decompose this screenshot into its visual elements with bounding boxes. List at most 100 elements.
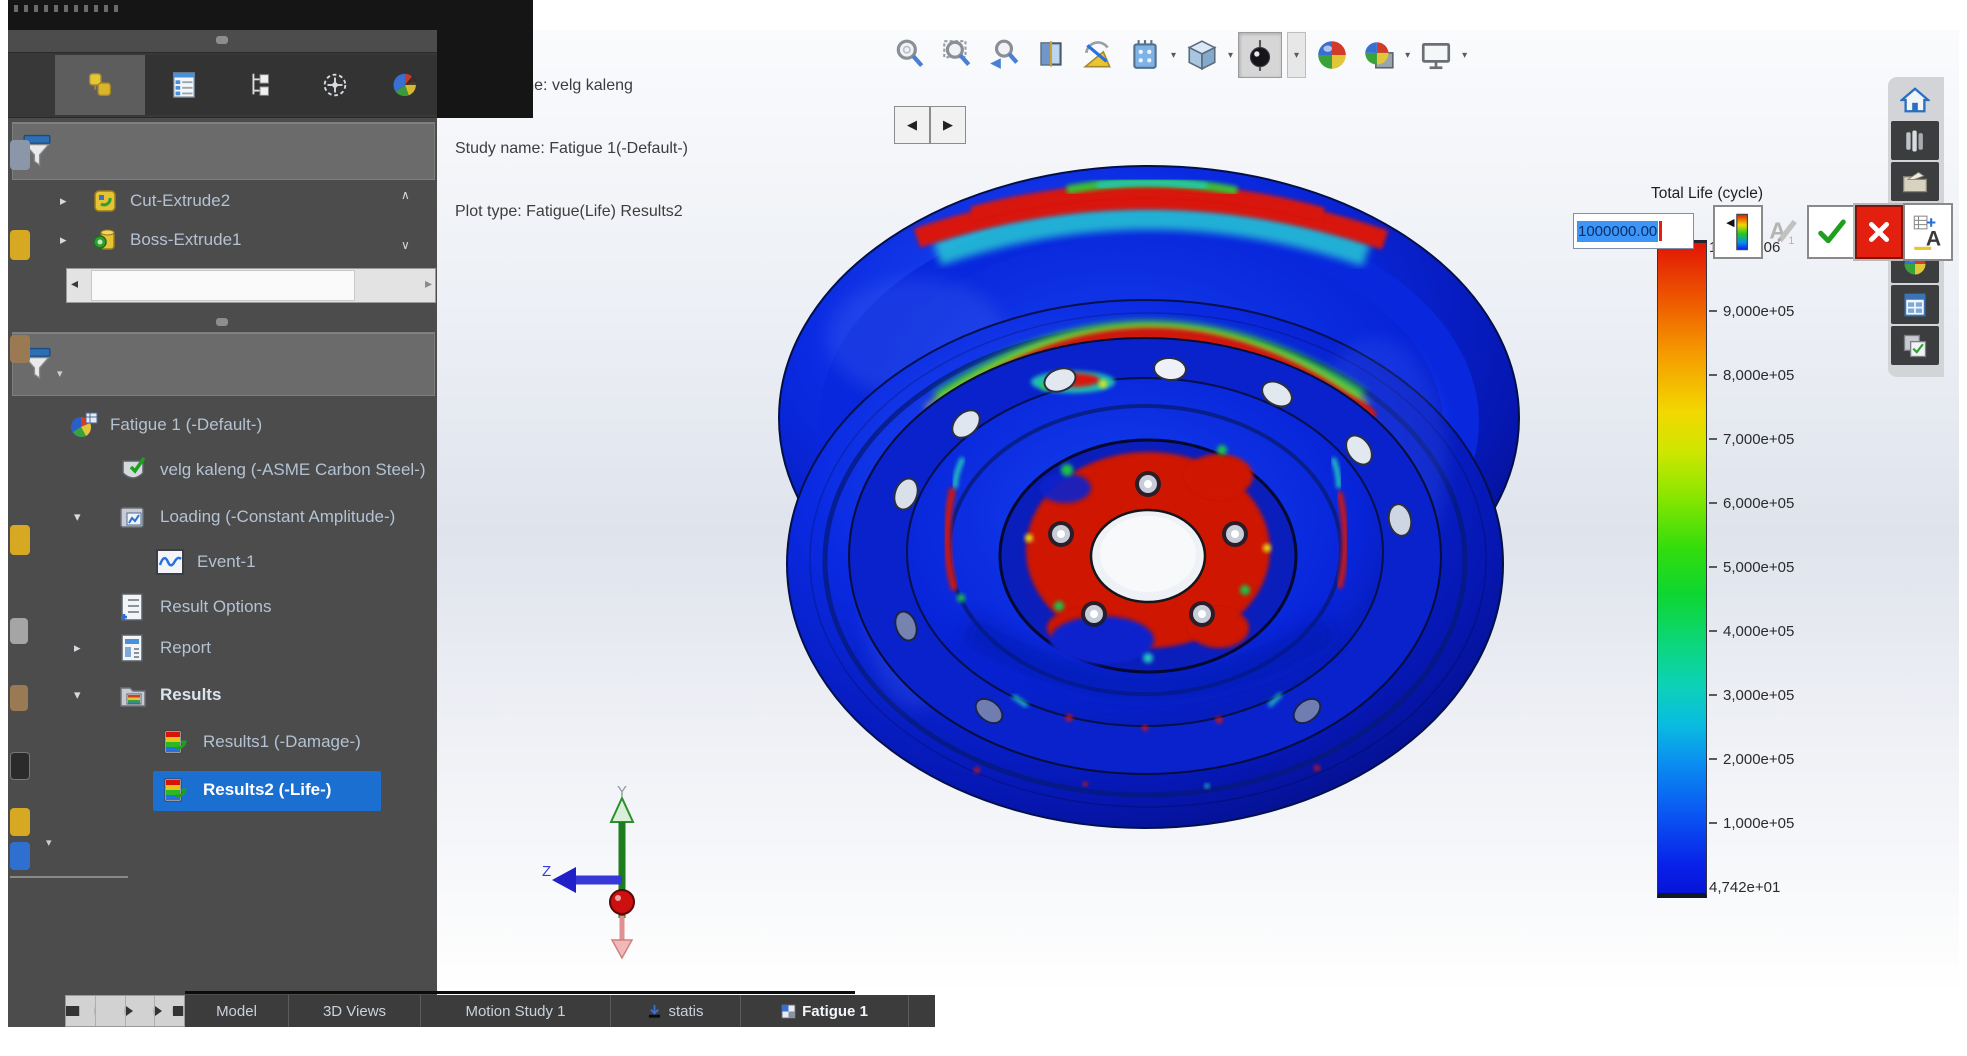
- tab-model[interactable]: Model: [185, 995, 289, 1027]
- tree-item-results1-damage[interactable]: Results1 (-Damage-): [203, 732, 361, 752]
- edit-material-button[interactable]: [1124, 33, 1166, 77]
- tree-horizontal-scrollbar[interactable]: ◂ ▸: [66, 268, 436, 303]
- tab-motion-study-1[interactable]: Motion Study 1: [421, 995, 611, 1027]
- tree-item-part[interactable]: velg kaleng (-ASME Carbon Steel-): [160, 460, 426, 480]
- scrollbar-left-arrow[interactable]: ◂: [71, 275, 78, 292]
- tree-item-cut-extrude2[interactable]: Cut-Extrude2: [130, 191, 230, 211]
- propertymanager-icon: [169, 70, 199, 100]
- tab-featuremanager[interactable]: [55, 55, 146, 115]
- static-study-icon: [647, 1004, 662, 1019]
- tab-statis[interactable]: statis: [611, 995, 741, 1027]
- tree-item-boss-extrude1[interactable]: Boss-Extrude1: [130, 230, 242, 250]
- legend-tick: 1,000e+05: [1709, 814, 1889, 832]
- first-tab-button[interactable]: [66, 996, 96, 1026]
- displaymanager-icon: [390, 70, 420, 100]
- next-tab-button[interactable]: [126, 996, 156, 1026]
- design-library-tab[interactable]: [1891, 162, 1939, 201]
- expand-collapsed-icon[interactable]: ▸: [60, 193, 67, 209]
- expand-collapsed-icon[interactable]: ▸: [74, 640, 81, 656]
- panel-tab-overflow-area: ◀ ▶: [437, 30, 533, 118]
- ok-button[interactable]: [1807, 205, 1857, 259]
- edit-material-dropdown[interactable]: ▾: [1171, 50, 1176, 61]
- custom-properties-tab[interactable]: [1891, 326, 1939, 365]
- sheet-tab-navigation: [65, 995, 185, 1027]
- tab-scroll-arrows: ◀ ▶: [894, 106, 966, 144]
- tab-propertymanager[interactable]: [145, 55, 223, 115]
- home-icon: [1900, 85, 1930, 115]
- measure-button[interactable]: [1077, 33, 1119, 77]
- edit-appearance-button[interactable]: [1311, 33, 1353, 77]
- view-palette-tab[interactable]: [1891, 285, 1939, 324]
- result-options-icon: [118, 592, 146, 622]
- tree-item-report[interactable]: Report: [160, 638, 211, 658]
- chart-position-button[interactable]: [1713, 205, 1763, 259]
- tab-configurationmanager[interactable]: [222, 55, 299, 115]
- scrollbar-thumb[interactable]: [91, 270, 355, 301]
- previous-view-button[interactable]: [983, 33, 1025, 77]
- feature-manager-panel: ▸ Cut-Extrude2 ▸ Boss-Extrude1 ∧ ∨ ◂ ▸ ▾: [8, 30, 437, 995]
- zoom-to-area-button[interactable]: [936, 33, 978, 77]
- tree-scroll-up-icon[interactable]: ∧: [401, 188, 410, 202]
- expand-expanded-icon[interactable]: ▾: [74, 509, 81, 525]
- tree-row: ▸ Boss-Extrude1: [8, 223, 437, 257]
- configurationmanager-icon: [245, 70, 275, 100]
- legend-color-scale[interactable]: [1657, 240, 1707, 898]
- featuremanager-icon: [85, 70, 115, 100]
- last-tab-button[interactable]: [155, 996, 184, 1026]
- tree-item-loading[interactable]: Loading (-Constant Amplitude-): [160, 507, 395, 527]
- legend-max-value-input[interactable]: 1000000.00: [1573, 213, 1694, 249]
- tab-3d-views[interactable]: 3D Views: [289, 995, 421, 1027]
- home-tab[interactable]: [1891, 80, 1939, 119]
- tab-displaymanager[interactable]: [372, 55, 437, 115]
- study-filter-bar[interactable]: ▾: [12, 332, 435, 396]
- legend-tick: 8,000e+05: [1709, 366, 1889, 384]
- fatigue-study-icon: [69, 411, 99, 439]
- expand-collapsed-icon[interactable]: ▸: [60, 232, 67, 248]
- tree-scroll-down-icon[interactable]: ∨: [401, 238, 410, 252]
- tree-item-event1[interactable]: Event-1: [197, 552, 256, 572]
- zoom-to-fit-button[interactable]: [889, 33, 931, 77]
- view-settings-button[interactable]: [1415, 33, 1457, 77]
- graphics-viewport[interactable]: Model name: velg kaleng Study name: Fati…: [437, 30, 1959, 995]
- panel-splitter-handle[interactable]: [216, 318, 228, 326]
- tab-dimxpertmanager[interactable]: [298, 55, 373, 115]
- tree-item-results2-life[interactable]: Results2 (-Life-): [203, 780, 331, 800]
- section-view-button[interactable]: [1030, 33, 1072, 77]
- previous-tab-button[interactable]: [96, 996, 126, 1026]
- hide-show-items-button[interactable]: [1238, 32, 1282, 78]
- view-orientation-dropdown[interactable]: ▾: [1228, 50, 1233, 61]
- tree-item-result-options[interactable]: Result Options: [160, 597, 272, 617]
- solidworks-resources-tab[interactable]: [1891, 121, 1939, 160]
- part-check-icon: [118, 455, 148, 485]
- tab-bar-filler: [909, 995, 933, 1027]
- flyout-arrow-icon[interactable]: ▾: [46, 836, 52, 849]
- scrollbar-right-arrow[interactable]: ▸: [425, 275, 432, 292]
- tree-item-fatigue-study[interactable]: Fatigue 1 (-Default-): [110, 415, 262, 435]
- format-number-button[interactable]: A: [1903, 203, 1953, 261]
- expand-expanded-icon[interactable]: ▾: [74, 687, 81, 703]
- wheel-model-render[interactable]: [767, 158, 1539, 834]
- panel-splitter-handle[interactable]: [216, 36, 228, 44]
- zoom-to-area-icon: [940, 38, 974, 72]
- cut-extrude-icon: [92, 188, 118, 214]
- chart-position-icon: [1723, 212, 1753, 252]
- tree-icon-fragment: [10, 752, 30, 780]
- view-orientation-button[interactable]: [1181, 33, 1223, 77]
- cancel-button[interactable]: [1855, 205, 1903, 259]
- tab-fatigue-1[interactable]: Fatigue 1: [741, 995, 909, 1027]
- apply-scene-button[interactable]: [1358, 33, 1400, 77]
- scroll-tabs-left-button[interactable]: ◀: [894, 106, 930, 144]
- apply-scene-dropdown[interactable]: ▾: [1405, 50, 1410, 61]
- filter-dropdown-icon[interactable]: ▾: [57, 367, 63, 380]
- tree-item-results[interactable]: Results: [160, 685, 221, 705]
- scroll-tabs-right-button[interactable]: ▶: [930, 106, 966, 144]
- design-library-icon: [1901, 168, 1929, 196]
- format-number-icon: A: [1911, 213, 1945, 251]
- boss-extrude-icon: [92, 227, 118, 253]
- loading-folder-icon: [118, 503, 146, 531]
- tree-filter-bar[interactable]: [12, 122, 435, 180]
- view-settings-dropdown[interactable]: ▾: [1462, 50, 1467, 61]
- hide-show-items-dropdown[interactable]: ▾: [1287, 32, 1306, 78]
- plot-type-text: Plot type: Fatigue(Life) Results2: [455, 201, 688, 222]
- text-caret: [1659, 221, 1662, 241]
